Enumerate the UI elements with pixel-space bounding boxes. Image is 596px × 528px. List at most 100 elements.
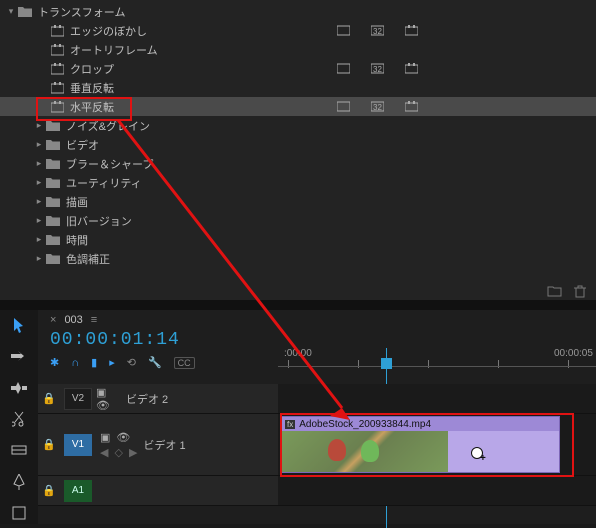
folder-label: 色調補正 (66, 251, 110, 267)
svg-text:32: 32 (373, 65, 382, 74)
razor-tool-icon[interactable] (7, 408, 31, 429)
badge-accel-icon (336, 25, 350, 37)
pen-tool-icon[interactable] (7, 471, 31, 492)
folder-icon (18, 6, 32, 18)
linked-selection-icon[interactable]: ∩ (71, 357, 79, 369)
track-lane-a1[interactable] (278, 476, 596, 506)
track-tag[interactable]: A1 (64, 480, 92, 502)
track-header-a1[interactable]: 🔒 A1 (38, 476, 278, 506)
badge-32bit-icon: 32 (370, 25, 384, 37)
track-toggles[interactable]: ▣ 👁 (96, 386, 120, 412)
effect-edge-feather[interactable]: エッジのぼかし 32 (0, 21, 596, 40)
track-tag[interactable]: V2 (64, 388, 92, 410)
ripple-tool-icon[interactable] (7, 377, 31, 398)
badge-yuv-icon (404, 63, 418, 75)
track-tag[interactable]: V1 (64, 434, 92, 456)
effect-label: エッジのぼかし (70, 23, 147, 39)
folder-video[interactable]: ▸ビデオ (0, 135, 596, 154)
effect-auto-reframe[interactable]: オートリフレーム (0, 40, 596, 59)
folder-icon (46, 177, 60, 189)
keyframe-next-icon[interactable]: ▶ (129, 446, 137, 459)
slip-tool-icon[interactable] (7, 440, 31, 461)
marker-icon[interactable]: ▮ (91, 356, 97, 369)
track-lane-v1[interactable]: fx AdobeStock_200933844.mp4 (278, 414, 596, 476)
keyframe-prev-icon[interactable]: ◀ (100, 446, 108, 459)
svg-text:32: 32 (373, 27, 382, 36)
time-ruler[interactable]: :00:00 00:00:05 (278, 348, 596, 372)
folder-generate[interactable]: ▸ 描画 (0, 192, 596, 211)
folder-utility[interactable]: ▸ユーティリティ (0, 173, 596, 192)
track-header-v2[interactable]: 🔒 V2 ▣ 👁 ビデオ 2 (38, 384, 278, 414)
badge-32bit-icon: 32 (370, 101, 384, 113)
tab-menu-icon[interactable]: ≡ (91, 314, 97, 326)
tool-strip (0, 310, 38, 524)
close-tab-icon[interactable]: × (50, 314, 56, 326)
track-v2: 🔒 V2 ▣ 👁 ビデオ 2 (38, 384, 596, 414)
settings-icon[interactable]: ⟲ (127, 356, 136, 369)
track-select-tool-icon[interactable] (7, 345, 31, 366)
track-a1: 🔒 A1 (38, 476, 596, 506)
folder-icon (46, 234, 60, 246)
folder-icon (46, 139, 60, 151)
disclosure-closed-icon: ▸ (34, 253, 44, 264)
fx-badge-icon: fx (285, 420, 295, 429)
lock-icon[interactable]: 🔒 (38, 438, 60, 451)
keyframe-add-icon[interactable]: ◇ (114, 446, 122, 459)
ruler-tick-label: 00:00:05 (554, 348, 593, 359)
wrench-icon[interactable]: 🔧 (148, 356, 162, 369)
badge-yuv-icon (404, 25, 418, 37)
effect-crop[interactable]: クロップ 32 (0, 59, 596, 78)
disclosure-open-icon: ▾ (6, 6, 16, 17)
folder-icon (46, 158, 60, 170)
delete-icon[interactable] (572, 284, 588, 298)
folder-noise-grain[interactable]: ▸ノイズ&グレイン (0, 116, 596, 135)
new-bin-icon[interactable] (546, 284, 562, 298)
effect-icon (50, 44, 64, 56)
folder-color-correction[interactable]: ▸ 色調補正 (0, 249, 596, 268)
hand-tool-icon[interactable] (7, 503, 31, 524)
effect-label: 水平反転 (70, 99, 114, 115)
folder-label: 描画 (66, 194, 88, 210)
track-name: ビデオ 2 (120, 391, 278, 407)
folder-label: 時間 (66, 232, 88, 248)
effects-tree: ▾ トランスフォーム エッジのぼかし 32 オートリフレーム (0, 0, 596, 268)
folder-icon (46, 196, 60, 208)
playhead-handle-icon[interactable] (381, 358, 392, 369)
lock-icon[interactable]: 🔒 (38, 484, 60, 497)
insert-icon[interactable]: ▸ (109, 356, 115, 369)
video-clip[interactable]: fx AdobeStock_200933844.mp4 (280, 416, 560, 473)
clip-tail (448, 431, 559, 472)
sequence-tab[interactable]: × 003 ≡ (0, 310, 596, 330)
folder-transform[interactable]: ▾ トランスフォーム (0, 2, 596, 21)
toggle-visibility-icon[interactable]: 👁 (116, 431, 130, 444)
clip-filename: AdobeStock_200933844.mp4 (299, 419, 431, 430)
effect-vertical-flip[interactable]: 垂直反転 (0, 78, 596, 97)
disclosure-closed-icon: ▸ (34, 215, 44, 226)
snap-icon[interactable]: ✱ (50, 356, 59, 369)
folder-label: ブラー＆シャープ (66, 156, 153, 172)
folder-blur-sharpen[interactable]: ▸ブラー＆シャープ (0, 154, 596, 173)
effect-icon (50, 101, 64, 113)
disclosure-closed-icon: ▸ (34, 177, 44, 188)
track-lane-v2[interactable] (278, 384, 596, 414)
toggle-output-icon[interactable]: ▣ (100, 431, 110, 444)
folder-time[interactable]: ▸ 時間 (0, 230, 596, 249)
caption-icon[interactable]: CC (174, 357, 195, 369)
disclosure-closed-icon: ▸ (34, 120, 44, 131)
effect-label: クロップ (70, 61, 114, 77)
track-header-v1[interactable]: 🔒 V1 ▣👁 ◀◇▶ ビデオ 1 (38, 414, 278, 476)
timecode-display[interactable]: 00:00:01:14 (50, 330, 180, 350)
folder-obsolete[interactable]: ▸旧バージョン (0, 211, 596, 230)
ruler-tick-label: :00:00 (284, 348, 312, 359)
badge-accel-icon (336, 63, 350, 75)
timeline-panel: × 003 ≡ 00:00:01:14 ✱ ∩ ▮ ▸ ⟲ 🔧 CC :00:0… (0, 310, 596, 524)
selection-tool-icon[interactable] (7, 314, 31, 335)
tracks-area: 🔒 V2 ▣ 👁 ビデオ 2 🔒 V1 ▣👁 ◀◇▶ ビデオ 1 (38, 384, 596, 506)
effect-horizontal-flip[interactable]: 水平反転 32 (0, 97, 596, 116)
disclosure-closed-icon: ▸ (34, 196, 44, 207)
badge-yuv-icon (404, 101, 418, 113)
sequence-name: 003 (64, 314, 82, 326)
lock-icon[interactable]: 🔒 (38, 392, 60, 405)
drop-effect-cursor-icon (471, 447, 485, 461)
disclosure-closed-icon: ▸ (34, 234, 44, 245)
